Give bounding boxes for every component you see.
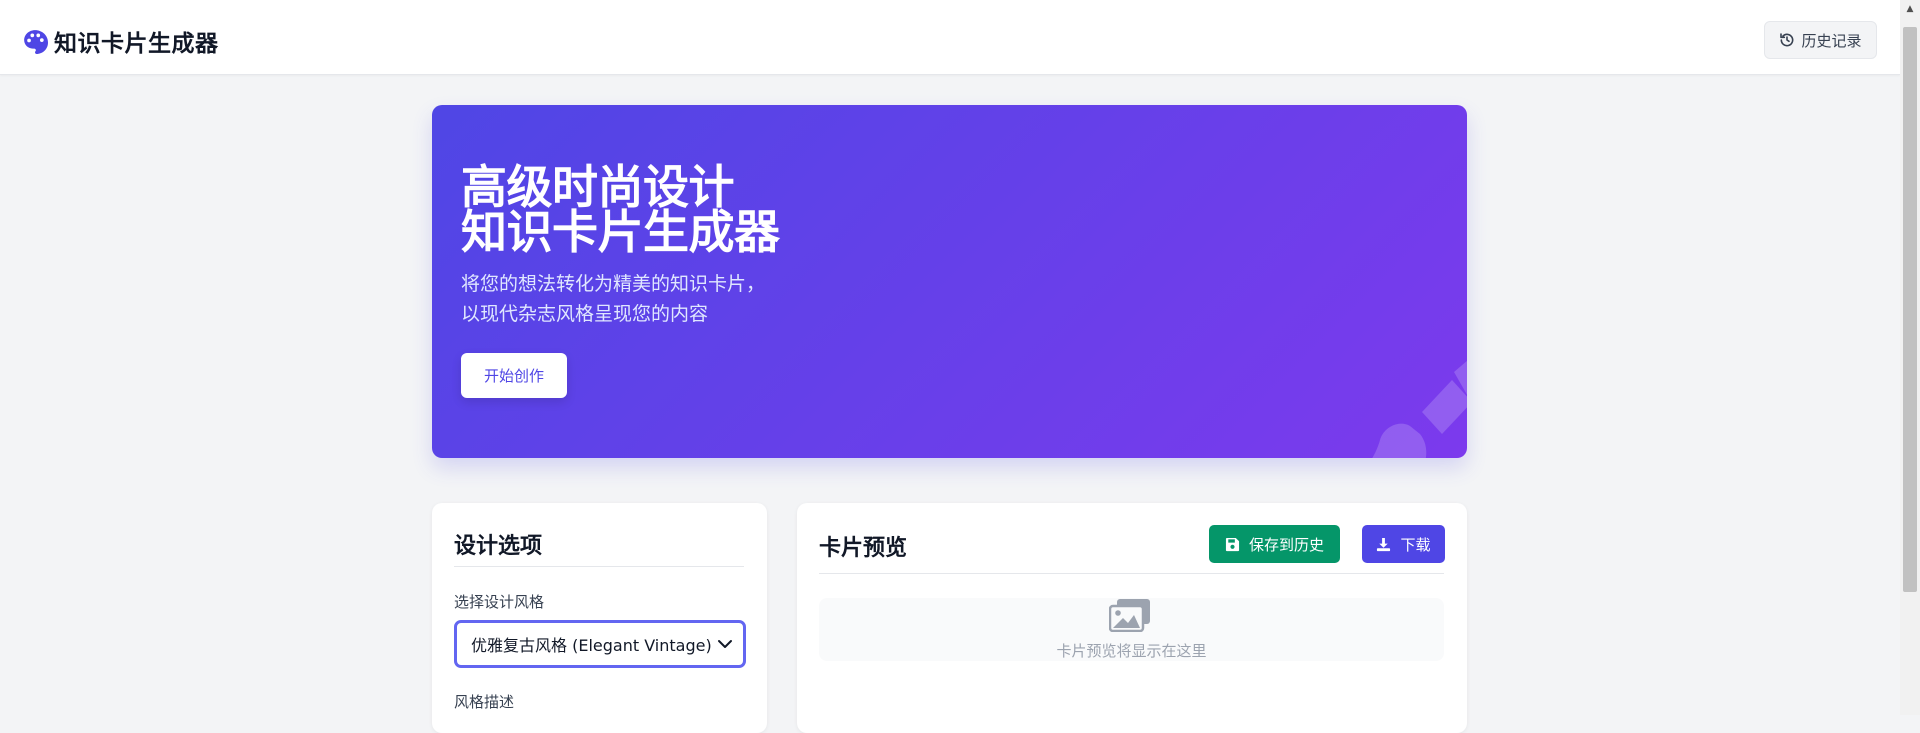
chevron-down-icon (718, 640, 732, 648)
design-options-panel: 设计选项 选择设计风格 优雅复古风格 (Elegant Vintage) 风格描… (432, 503, 767, 733)
start-creating-button[interactable]: 开始创作 (461, 353, 567, 398)
brand[interactable]: 知识卡片生成器 (22, 24, 219, 58)
card-preview-area: 卡片预览将显示在这里 (819, 598, 1444, 661)
preview-placeholder-text: 卡片预览将显示在这里 (1056, 642, 1207, 660)
save-button-label: 保存到历史 (1248, 535, 1324, 554)
card-preview-panel: 卡片预览 保存到历史 下载 卡片预览将显示在这里 (797, 503, 1467, 733)
hero-title-line-1: 高级时尚设计 (461, 160, 734, 214)
save-icon (1225, 537, 1240, 551)
hero-subtitle-line-2: 以现代杂志风格呈现您的内容 (461, 303, 709, 325)
style-select-label: 选择设计风格 (454, 593, 545, 611)
hero-banner: 高级时尚设计 知识卡片生成器 将您的想法转化为精美的知识卡片， 以现代杂志风格呈… (432, 105, 1467, 458)
scrollbar-thumb[interactable] (1903, 27, 1917, 592)
history-button[interactable]: 历史记录 (1764, 21, 1877, 59)
paint-brush-icon (1372, 360, 1467, 458)
style-description-label: 风格描述 (454, 693, 515, 711)
style-select-value: 优雅复古风格 (Elegant Vintage) (471, 636, 712, 655)
download-button[interactable]: 下载 (1362, 525, 1445, 563)
hero-title: 高级时尚设计 知识卡片生成器 (461, 160, 780, 259)
download-button-label: 下载 (1400, 535, 1431, 554)
history-icon (1780, 33, 1794, 47)
scroll-up-arrow-icon[interactable]: ▲ (1900, 0, 1920, 17)
history-button-label: 历史记录 (1801, 31, 1862, 50)
design-options-heading: 设计选项 (454, 534, 543, 559)
top-navbar: 知识卡片生成器 历史记录 (0, 0, 1900, 75)
save-to-history-button[interactable]: 保存到历史 (1209, 525, 1340, 563)
style-select[interactable]: 优雅复古风格 (Elegant Vintage) (454, 620, 746, 668)
hero-subtitle-line-1: 将您的想法转化为精美的知识卡片， (461, 273, 766, 295)
palette-icon (24, 30, 48, 54)
images-icon (1109, 599, 1150, 632)
divider (819, 573, 1444, 574)
hero-subtitle: 将您的想法转化为精美的知识卡片， 以现代杂志风格呈现您的内容 (461, 269, 765, 329)
divider (454, 566, 744, 567)
download-icon (1377, 537, 1391, 551)
page-scrollbar[interactable]: ▲ (1900, 0, 1920, 715)
card-preview-heading: 卡片预览 (819, 536, 908, 561)
hero-title-line-2: 知识卡片生成器 (461, 205, 780, 259)
app-title: 知识卡片生成器 (54, 31, 219, 57)
